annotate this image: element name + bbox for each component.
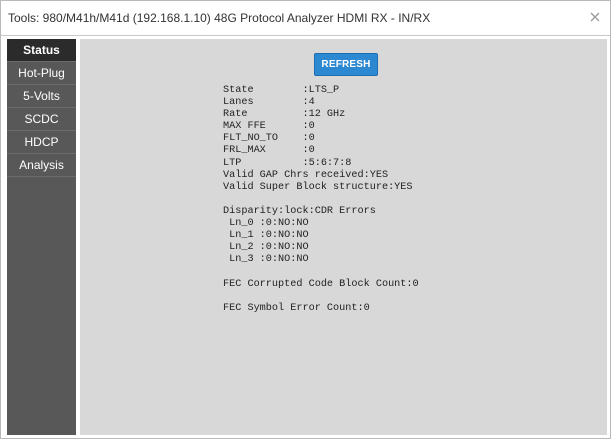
- status-panel: REFRESH State :LTS_P Lanes :4 Rate :12 G…: [80, 39, 607, 435]
- sidebar-item-hot-plug[interactable]: Hot-Plug: [7, 62, 76, 85]
- status-line: Rate :12 GHz: [223, 109, 346, 121]
- sidebar-item-analysis[interactable]: Analysis: [7, 154, 76, 177]
- status-line: FEC Symbol Error Count:0: [223, 302, 370, 314]
- status-line: Valid Super Block structure:YES: [223, 181, 413, 193]
- status-line: Ln_3 :0:NO:NO: [223, 254, 309, 266]
- status-line: [223, 266, 583, 278]
- status-line: [223, 194, 583, 206]
- status-line: FRL_MAX :0: [223, 145, 315, 157]
- status-line: Disparity:lock:CDR Errors: [223, 205, 376, 217]
- refresh-button[interactable]: REFRESH: [314, 53, 378, 76]
- status-line: Ln_2 :0:NO:NO: [223, 242, 309, 254]
- protocol-analyzer-window: Tools: 980/M41h/M41d (192.168.1.10) 48G …: [0, 0, 611, 439]
- sidebar-item-status[interactable]: Status: [7, 39, 76, 62]
- status-line: State :LTS_P: [223, 85, 340, 96]
- sidebar-item-label: Status: [23, 43, 60, 57]
- sidebar-item-5-volts[interactable]: 5-Volts: [7, 85, 76, 108]
- window-title: Tools: 980/M41h/M41d (192.168.1.10) 48G …: [8, 11, 431, 25]
- status-line: Ln_0 :0:NO:NO: [223, 218, 309, 230]
- sidebar-item-label: Hot-Plug: [18, 66, 65, 80]
- title-bar: Tools: 980/M41h/M41d (192.168.1.10) 48G …: [1, 1, 610, 36]
- sidebar-nav: Status Hot-Plug 5-Volts SCDC HDCP Analys…: [7, 39, 76, 435]
- status-line: Lanes :4: [223, 97, 315, 109]
- sidebar-item-hdcp[interactable]: HDCP: [7, 131, 76, 154]
- status-line: [223, 291, 583, 303]
- status-line: FEC Corrupted Code Block Count:0: [223, 278, 419, 290]
- sidebar-item-scdc[interactable]: SCDC: [7, 108, 76, 131]
- sidebar-item-label: Analysis: [19, 158, 64, 172]
- status-line: LTP :5:6:7:8: [223, 157, 352, 169]
- status-line: MAX FFE :0: [223, 121, 315, 133]
- status-line: Valid GAP Chrs received:YES: [223, 169, 389, 181]
- close-icon[interactable]: [588, 10, 602, 24]
- sidebar-item-label: SCDC: [24, 112, 59, 126]
- status-readout: State :LTS_P Lanes :4 Rate :12 GHz MAX F…: [223, 85, 583, 315]
- status-line: Ln_1 :0:NO:NO: [223, 230, 309, 242]
- sidebar-item-label: HDCP: [24, 135, 59, 149]
- status-line: FLT_NO_TO :0: [223, 133, 315, 145]
- sidebar-item-label: 5-Volts: [23, 89, 60, 103]
